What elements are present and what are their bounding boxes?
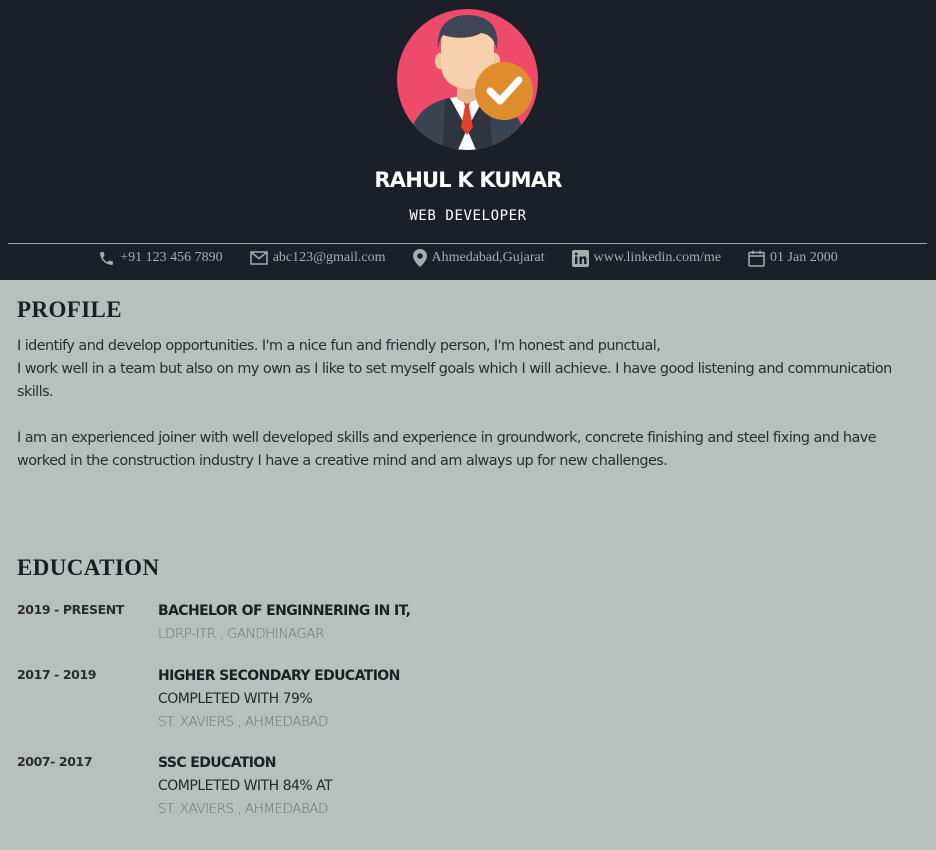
education-school: ST. XAVIERS , AHMEDABAD	[158, 801, 328, 817]
contact-birthdate-text: 01 Jan 2000	[770, 250, 838, 265]
envelope-icon	[249, 251, 268, 265]
education-body: BACHELOR OF ENGINNERING IN IT, LDRP-ITR …	[158, 600, 858, 646]
linkedin-icon	[571, 249, 589, 267]
profile-heading: PROFILE	[17, 297, 123, 322]
contact-linkedin[interactable]: www.linkedin.com/me	[571, 249, 722, 267]
education-body: SSC EDUCATION COMPLETED WITH 84% AT ST. …	[158, 752, 858, 821]
contact-email-text: abc123@gmail.com	[272, 250, 386, 265]
education-body: HIGHER SECONDARY EDUCATION COMPLETED WIT…	[158, 665, 858, 734]
education-degree: SSC EDUCATION	[158, 755, 276, 771]
education-school: LDRP-ITR , GANDHINAGAR	[158, 626, 325, 642]
contact-location-text: Ahmedabad,Gujarat	[431, 250, 545, 265]
contact-phone[interactable]: +91 123 456 7890	[98, 250, 223, 267]
contact-location[interactable]: Ahmedabad,Gujarat	[412, 249, 545, 267]
profile-line-2: I work well in a team but also on my own…	[17, 361, 892, 400]
profile-text: I identify and develop opportunities. I'…	[17, 335, 912, 473]
education-years: 2007- 2017	[17, 754, 93, 769]
candidate-role: WEB DEVELOPER	[409, 208, 527, 224]
contact-bar: +91 123 456 7890 abc123@gmail.com Ahmeda…	[0, 244, 936, 272]
education-heading: EDUCATION	[17, 555, 160, 580]
contact-birthdate[interactable]: 01 Jan 2000	[748, 250, 838, 267]
profile-line-1: I identify and develop opportunities. I'…	[17, 338, 661, 354]
candidate-name: RAHUL K KUMAR	[374, 168, 562, 192]
phone-icon	[98, 250, 115, 267]
education-years: 2017 - 2019	[17, 667, 97, 682]
profile-paragraph-2: I am an experienced joiner with well dev…	[17, 430, 877, 469]
education-detail: COMPLETED WITH 84% AT	[158, 778, 333, 794]
profile-paragraph-1: I identify and develop opportunities. I'…	[17, 335, 912, 404]
contact-phone-text: +91 123 456 7890	[120, 250, 223, 265]
education-school: ST. XAVIERS , AHMEDABAD	[158, 714, 328, 730]
businessman-verified-icon	[397, 9, 538, 150]
calendar-icon	[748, 250, 765, 267]
education-degree: HIGHER SECONDARY EDUCATION	[158, 668, 400, 684]
contact-email[interactable]: abc123@gmail.com	[249, 250, 386, 266]
map-pin-icon	[412, 249, 427, 267]
education-detail: COMPLETED WITH 79%	[158, 691, 313, 707]
education-degree: BACHELOR OF ENGINNERING IN IT,	[158, 603, 411, 619]
contact-linkedin-text: www.linkedin.com/me	[593, 250, 722, 265]
resume-header: RAHUL K KUMAR WEB DEVELOPER +91 123 456 …	[0, 0, 936, 280]
education-years: 2019 - PRESENT	[17, 602, 124, 617]
